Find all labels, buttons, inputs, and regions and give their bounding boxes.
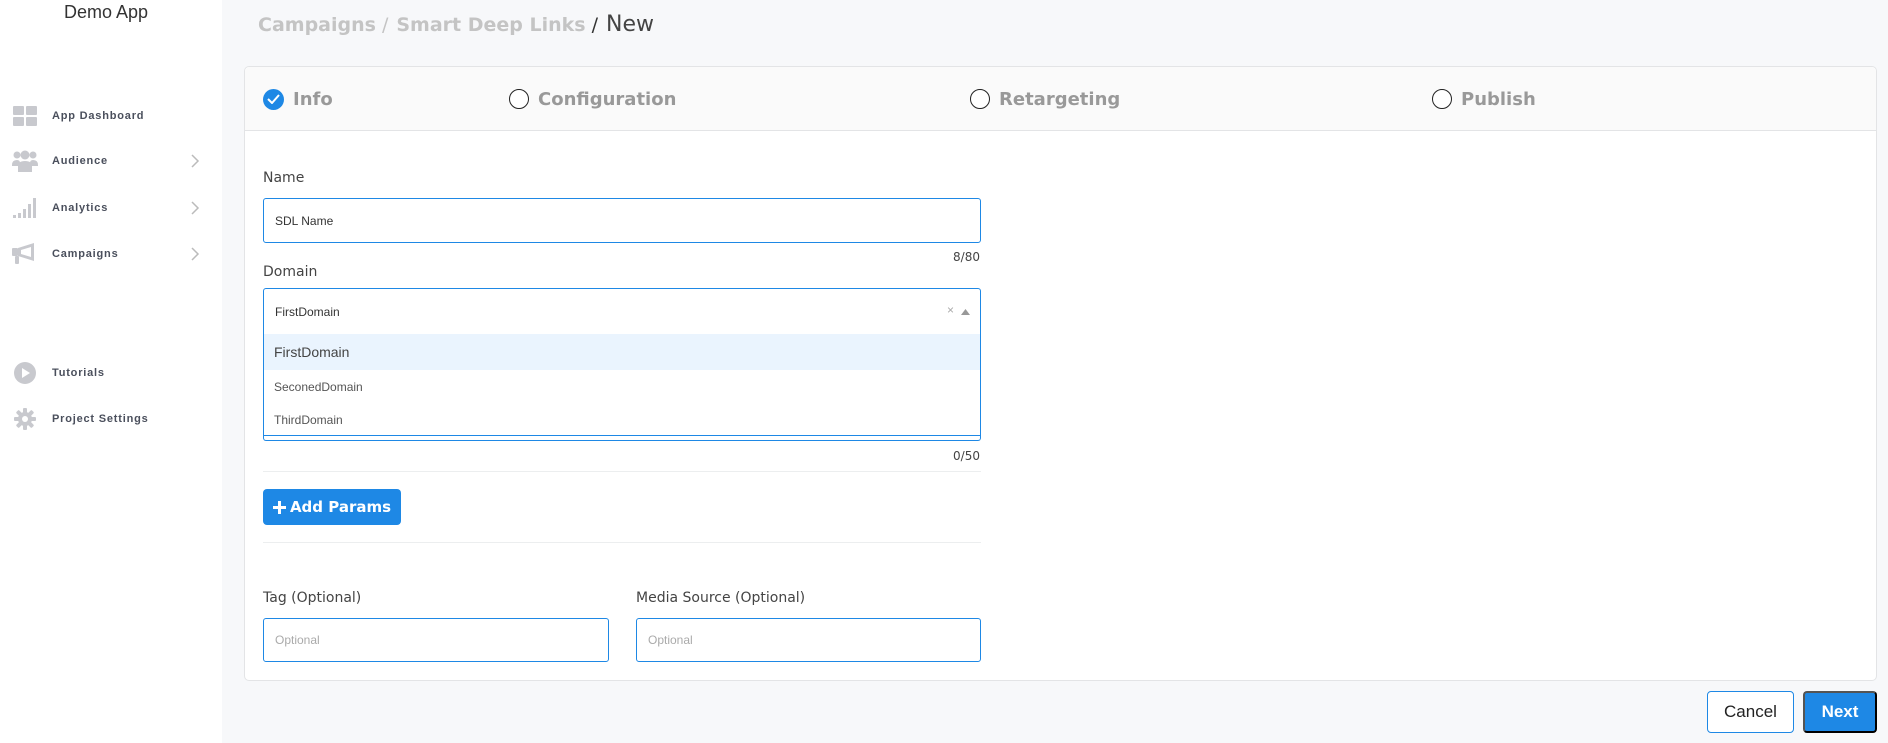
wizard-steps: Info Configuration Retargeting Publish bbox=[245, 67, 1876, 131]
domain-label: Domain bbox=[263, 264, 318, 280]
sidebar-item-label: Campaigns bbox=[52, 248, 119, 260]
signal-bars-icon bbox=[12, 195, 38, 221]
sidebar-item-campaigns[interactable]: Campaigns bbox=[0, 236, 222, 272]
divider bbox=[263, 542, 981, 543]
sidebar-item-label: Analytics bbox=[52, 202, 109, 214]
breadcrumb-campaigns[interactable]: Campaigns bbox=[258, 14, 376, 36]
tag-label: Tag (Optional) bbox=[263, 590, 362, 606]
breadcrumb: Campaigns / Smart Deep Links / New bbox=[258, 12, 654, 37]
sidebar-item-label: Tutorials bbox=[52, 367, 105, 379]
step-publish[interactable]: Publish bbox=[1432, 87, 1536, 111]
tag-field[interactable] bbox=[263, 618, 609, 662]
step-label: Retargeting bbox=[999, 88, 1121, 110]
step-label: Configuration bbox=[538, 88, 677, 110]
radio-circle-icon bbox=[970, 89, 990, 109]
sidebar-item-label: Project Settings bbox=[52, 413, 149, 425]
gear-icon bbox=[12, 406, 38, 432]
domain-dropdown-menu: FirstDomain SeconedDomain ThirdDomain bbox=[263, 334, 981, 436]
breadcrumb-smart-deep-links[interactable]: Smart Deep Links bbox=[396, 14, 585, 36]
sidebar-item-label: Audience bbox=[52, 155, 108, 167]
step-label: Info bbox=[293, 88, 333, 110]
step-retargeting[interactable]: Retargeting bbox=[970, 87, 1120, 111]
chevron-right-icon bbox=[191, 247, 200, 261]
name-label: Name bbox=[263, 170, 305, 186]
chevron-right-icon bbox=[191, 201, 200, 215]
dropdown-option[interactable]: SeconedDomain bbox=[264, 370, 980, 403]
sidebar-item-project-settings[interactable]: Project Settings bbox=[0, 401, 222, 437]
sidebar-item-label: App Dashboard bbox=[52, 110, 145, 122]
page-title: New bbox=[605, 12, 654, 37]
sidebar-item-audience[interactable]: Audience bbox=[0, 143, 222, 179]
breadcrumb-separator: / bbox=[591, 14, 598, 36]
step-info[interactable]: Info bbox=[263, 87, 333, 111]
clear-icon[interactable]: × bbox=[947, 303, 954, 317]
media-source-input[interactable] bbox=[648, 633, 980, 647]
users-group-icon bbox=[12, 148, 38, 174]
sidebar-item-tutorials[interactable]: Tutorials bbox=[0, 355, 222, 391]
sidebar-item-app-dashboard[interactable]: App Dashboard bbox=[0, 98, 222, 134]
caret-up-icon[interactable] bbox=[961, 309, 970, 315]
name-char-counter: 8/80 bbox=[953, 250, 980, 264]
radio-circle-icon bbox=[1432, 89, 1452, 109]
play-circle-icon bbox=[12, 360, 38, 386]
breadcrumb-separator: / bbox=[381, 14, 389, 36]
step-label: Publish bbox=[1461, 88, 1536, 110]
next-button[interactable]: Next bbox=[1803, 691, 1877, 733]
cancel-button[interactable]: Cancel bbox=[1707, 691, 1794, 733]
name-input[interactable] bbox=[275, 213, 980, 228]
plus-icon bbox=[272, 500, 286, 514]
sidebar: Demo App App Dashboard Audience Analytic… bbox=[0, 0, 222, 743]
media-source-label: Media Source (Optional) bbox=[636, 590, 806, 606]
domain-select[interactable]: FirstDomain × bbox=[263, 288, 981, 335]
dropdown-option[interactable]: ThirdDomain bbox=[264, 403, 980, 436]
tag-input[interactable] bbox=[275, 633, 608, 647]
megaphone-icon bbox=[12, 241, 38, 267]
add-params-label: Add Params bbox=[289, 498, 392, 516]
add-params-button[interactable]: Add Params bbox=[263, 489, 401, 525]
media-source-field[interactable] bbox=[636, 618, 981, 662]
chevron-right-icon bbox=[191, 154, 200, 168]
domain-selected-value: FirstDomain bbox=[275, 304, 340, 319]
dropdown-option[interactable]: FirstDomain bbox=[264, 334, 980, 370]
step-configuration[interactable]: Configuration bbox=[509, 87, 676, 111]
name-field[interactable] bbox=[263, 198, 981, 243]
app-name: Demo App bbox=[63, 2, 149, 22]
check-circle-icon bbox=[263, 88, 284, 110]
radio-circle-icon bbox=[509, 89, 529, 109]
sidebar-item-analytics[interactable]: Analytics bbox=[0, 190, 222, 226]
divider bbox=[263, 471, 981, 472]
hidden-field-counter: 0/50 bbox=[953, 449, 980, 463]
dashboard-grid-icon bbox=[12, 103, 38, 129]
